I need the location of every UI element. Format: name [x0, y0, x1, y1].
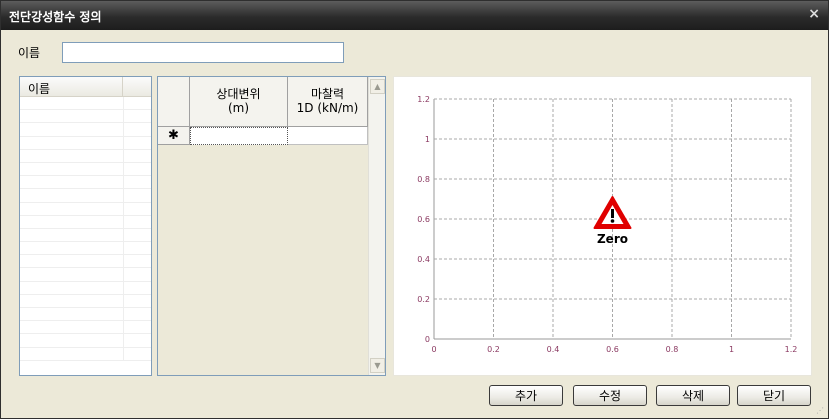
list-item[interactable] [20, 255, 151, 269]
grid-header-friction-line1: 마찰력 [310, 87, 345, 101]
list-item[interactable] [20, 308, 151, 322]
function-chart: 0 0.2 0.4 0.6 0.8 1 1.2 0 0.2 0.4 0.6 0.8 1 1.2 Zero [393, 76, 812, 376]
new-row-marker: ✱ [158, 127, 190, 145]
delete-button[interactable]: 삭제 [656, 385, 730, 406]
close-button[interactable]: 닫기 [737, 385, 811, 406]
list-item[interactable] [20, 268, 151, 282]
grid-header-displacement-line1: 상대변위 [216, 87, 261, 101]
y-tick-label: 0 [425, 335, 430, 344]
x-tick-label: 0.2 [487, 345, 500, 354]
grid-corner [158, 77, 190, 127]
x-tick-label: 0 [431, 345, 436, 354]
x-tick-label: 1 [729, 345, 734, 354]
warning-label: Zero [597, 232, 628, 246]
list-item[interactable] [20, 123, 151, 137]
name-input[interactable] [62, 42, 344, 63]
scroll-up-icon[interactable]: ▲ [370, 79, 385, 94]
grid-header-displacement[interactable]: 상대변위 (m) [190, 77, 288, 127]
data-grid[interactable]: 상대변위 (m) 마찰력 1D (kN/m) ✱ ▲ ▼ [157, 76, 386, 376]
function-list[interactable]: 이름 [19, 76, 152, 376]
list-item[interactable] [20, 176, 151, 190]
x-tick-label: 0.8 [666, 345, 679, 354]
chart-svg: 0 0.2 0.4 0.6 0.8 1 1.2 0 0.2 0.4 0.6 0.8 1 1.2 Zero [417, 95, 798, 354]
x-tick-label: 1.2 [785, 345, 798, 354]
list-item[interactable] [20, 215, 151, 229]
edit-button[interactable]: 수정 [573, 385, 647, 406]
list-item[interactable] [20, 136, 151, 150]
grid-header-displacement-line2: (m) [227, 101, 250, 115]
list-item[interactable] [20, 347, 151, 361]
new-row-friction-cell[interactable] [288, 127, 368, 145]
name-label: 이름 [18, 46, 41, 60]
warning-exclamation [611, 209, 614, 218]
list-header-extra [123, 77, 151, 97]
list-header: 이름 [20, 77, 151, 97]
scroll-down-icon[interactable]: ▼ [370, 358, 385, 373]
y-tick-label: 0.2 [417, 295, 430, 304]
list-item[interactable] [20, 189, 151, 203]
grid-vertical-scrollbar[interactable]: ▲ ▼ [368, 77, 385, 375]
add-button[interactable]: 추가 [489, 385, 563, 406]
grid-header-friction[interactable]: 마찰력 1D (kN/m) [288, 77, 368, 127]
new-row-displacement-cell[interactable] [190, 127, 288, 145]
list-item[interactable] [20, 334, 151, 348]
y-tick-label: 0.8 [417, 175, 430, 184]
window-title: 전단강성함수 정의 [9, 10, 102, 24]
grid-header-friction-line2: 1D (kN/m) [296, 101, 359, 115]
list-header-name[interactable]: 이름 [20, 77, 123, 97]
y-tick-label: 0.4 [417, 255, 430, 264]
list-item[interactable] [20, 149, 151, 163]
list-item[interactable] [20, 321, 151, 335]
x-tick-label: 0.6 [606, 345, 619, 354]
list-item[interactable] [20, 228, 151, 243]
close-icon[interactable]: × [808, 6, 820, 22]
title-bar[interactable]: 전단강성함수 정의 × [1, 1, 828, 30]
list-rows [20, 97, 151, 361]
y-tick-label: 1 [425, 135, 430, 144]
warning-exclamation-dot [610, 219, 615, 223]
list-item[interactable] [20, 97, 151, 111]
x-tick-label: 0.4 [547, 345, 560, 354]
y-tick-label: 0.6 [417, 215, 430, 224]
list-item[interactable] [20, 242, 151, 256]
list-item[interactable] [20, 294, 151, 308]
resize-grip-icon[interactable]: ⋰ [816, 406, 826, 416]
list-item[interactable] [20, 162, 151, 177]
y-tick-label: 1.2 [417, 95, 430, 104]
list-item[interactable] [20, 202, 151, 216]
list-item[interactable] [20, 281, 151, 295]
define-shear-stiffness-dialog: 전단강성함수 정의 × 이름 이름 상대변위 (m) 마찰력 1D (kN/m)… [0, 0, 829, 419]
list-item[interactable] [20, 110, 151, 124]
